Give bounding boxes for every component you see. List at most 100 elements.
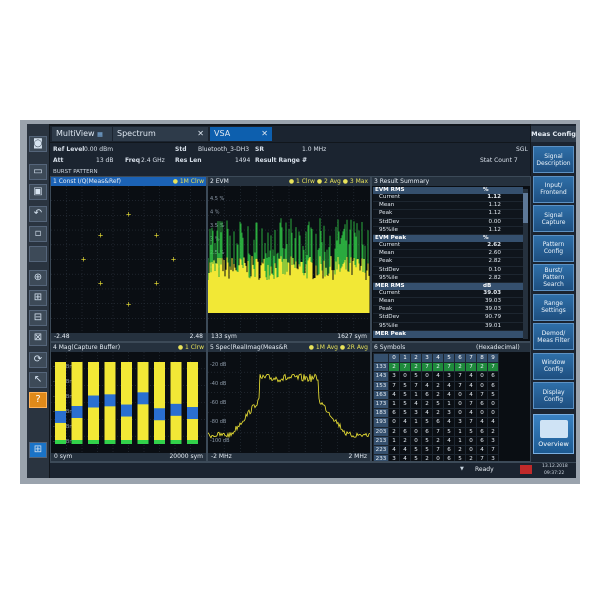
analyzer-screen: ◙ ▭ ▣ ↶ ▫ ⊕ ⊞ ⊟ ⊠ ⟳ ↖ ? ⊞ MultiView ▦ Sp… [27,124,576,478]
zoom-icon[interactable]: ⊕ [29,270,47,286]
redo-icon[interactable]: ▫ [29,226,47,242]
symbols-panel[interactable]: 6 Symbols (Hexadecimal) 0 1 2 3 4 5 6 7 8 9 133 2 7 2 7… [371,342,531,462]
freq-label: Freq [125,157,141,164]
scrollbar[interactable] [523,189,528,339]
status-dropdown-icon[interactable]: ▼ [460,466,464,472]
burst-marker [137,392,149,405]
result-row: Current 39.03 [373,289,523,299]
result-row: StdDev 90.79 [373,314,523,323]
burst-block [55,362,66,442]
softkey-burst-pattern-search[interactable]: Burst/ Pattern Search [533,264,574,291]
burst-segment [170,440,182,444]
softkey-demod-meas-filter[interactable]: Demod/ Meas Filter [533,323,574,350]
res-len-label: Res Len [175,157,202,164]
help-icon[interactable]: ? [29,392,47,408]
result-summary-panel[interactable]: 3 Result Summary EVM RMS% Current 1.12 Mean… [371,176,531,342]
y-tick-label: -100 dB [210,438,230,444]
tab-multiview[interactable]: MultiView ▦ [52,127,112,141]
spectrum-panel[interactable]: 5 Spec(RealImag(Meas&R ● 1M Avg ● 2R Avg … [207,342,371,462]
result-section-header: EVM Peak% [373,234,523,242]
tab-spectrum[interactable]: Spectrum ✕ [113,127,208,141]
burst-marker [71,405,83,418]
save-icon[interactable]: ▣ [29,184,47,200]
status-text: Ready [475,466,494,473]
camera-icon[interactable]: ◙ [29,136,47,152]
std-value[interactable]: Bluetooth_3-DH3 [198,146,249,153]
burst-block [71,362,83,442]
sgl-indicator: SGL [516,146,528,153]
constellation-plot: + + + + + + + + [51,186,206,333]
result-row: Mean 2.60 [373,250,523,259]
result-row: Peak 1.12 [373,210,523,219]
panel-footer: 0 sym 20000 sym [51,453,206,461]
burst-marker [88,395,99,408]
symbols-row: 133 2 7 2 7 2 7 2 7 2 7 [373,362,499,373]
tab-vsa[interactable]: VSA ✕ [210,127,272,141]
constellation-point: + [81,256,87,264]
windows-logo-icon[interactable]: ⊞ [29,442,47,458]
toolbar-blank-button[interactable] [29,246,47,262]
result-summary-table: EVM RMS% Current 1.12 Mean 1.12 Peak 1.12 StdDe… [373,187,523,338]
constellation-point: + [126,211,132,219]
mag-capture-panel[interactable]: 4 Mag(Capture Buffer)● 1 Clrw -10 dBm-20… [50,342,207,462]
close-icon[interactable]: ✕ [261,127,268,141]
softkey-range-settings[interactable]: Range Settings [533,293,574,321]
burst-marker [121,404,132,417]
mag-plot: -10 dBm-20 dBm-30 dBm-40 dBm-50 dBm-60 d… [51,352,206,453]
zoom-off-icon[interactable]: ⊠ [29,330,47,346]
panel-title: 2 EVM ● 1 Clrw ● 2 Avg ● 3 Max [208,177,370,186]
constellation-panel[interactable]: 1 Const I/Q(Meas&Ref) ● 1M Clrw + + + + + + + + … [50,176,207,342]
symbols-row: 203 2 6 0 6 7 5 1 5 6 2 [373,426,499,437]
sr-value[interactable]: 1.0 MHz [302,146,326,153]
att-value[interactable]: 13 dB [96,157,113,164]
softkey-signal-capture[interactable]: Signal Capture [533,205,574,232]
result-row: 95%ile 39.01 [373,322,523,331]
result-section-header: EVM RMS% [373,187,523,194]
softkey-pattern-config[interactable]: Pattern Config [533,234,574,262]
softkey-input-frontend[interactable]: Input/ Frontend [533,175,574,203]
softkey-menu-title: Meas Config [531,126,576,142]
result-range-label: Result Range # [255,157,307,164]
close-icon[interactable]: ✕ [197,127,204,141]
y-tick-label: -60 dB [210,400,227,406]
result-row: Current 1.12 [373,194,523,203]
help-pointer-icon[interactable]: ↖ [29,372,47,388]
panel-title: 6 Symbols (Hexadecimal) [372,343,530,352]
status-date: 13.12.2018 [542,464,568,469]
zoom-reset-icon[interactable]: ⊟ [29,310,47,326]
constellation-point: + [154,232,160,240]
res-len-value[interactable]: 1494 [235,157,250,164]
freq-value[interactable]: 2.4 GHz [141,157,165,164]
burst-segment [137,440,149,444]
status-bar: ▼ Ready 13.12.2018 09:37:22 [50,462,576,478]
burst-block [187,362,198,442]
constellation-point: + [98,280,104,288]
symbols-row: 223 4 4 5 5 7 6 2 0 4 7 [373,444,499,456]
burst-block [121,362,132,442]
softkey-signal-description[interactable]: Signal Description [533,146,574,173]
burst-segment [55,440,66,444]
softkey-display-config[interactable]: Display Config [533,382,574,409]
overview-button[interactable]: Overview [533,414,574,454]
result-row: Peak 2.82 [373,258,523,267]
open-file-icon[interactable]: ▭ [29,164,47,180]
result-row: 95%ile 1.12 [373,226,523,235]
symbols-table: 0 1 2 3 4 5 6 7 8 9 133 2 7 2 7 2 7 2 7 2 7 143 3 0 5 0 4 3 7 4 0 6 153 7… [373,352,499,461]
constellation-point: + [154,280,160,288]
undo-icon[interactable]: ↶ [29,206,47,222]
multi-zoom-icon[interactable]: ⊞ [29,290,47,306]
y-tick-label: -40 dB [210,381,227,387]
evm-panel[interactable]: 2 EVM ● 1 Clrw ● 2 Avg ● 3 Max 4.5 % 4 % 3.… [207,176,371,342]
result-range-value[interactable]: 7 [303,157,307,164]
result-row: 95%ile 2.82 [373,274,523,283]
sequencer-icon[interactable]: ⟳ [29,352,47,368]
ref-level-value[interactable]: 0.00 dBm [84,146,113,153]
softkey-window-config[interactable]: Window Config [533,352,574,380]
panel-footer: -2.48 2.48 [51,333,206,341]
panel-title: 3 Result Summary [372,177,530,186]
burst-marker [187,407,198,420]
burst-segment [121,440,132,444]
spectrum-trace [208,373,370,439]
result-row: Current 2.62 [373,241,523,251]
burst-marker [55,410,66,423]
